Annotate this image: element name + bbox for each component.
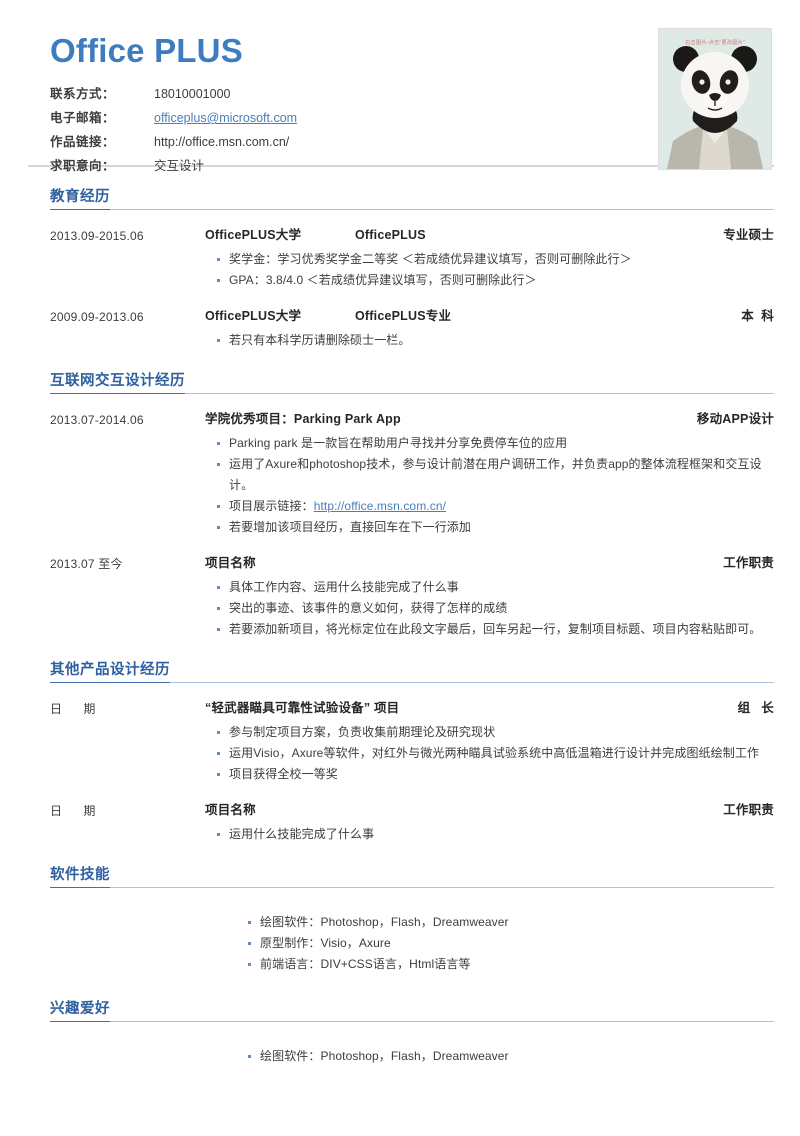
entry-bullet-list: 若只有本科学历请删除硕士一栏。: [205, 330, 774, 351]
list-item: 突出的事迹、该事件的意义如何，获得了怎样的成绩: [217, 598, 774, 619]
internet-design-entry-1: 2013.07-2014.06 学院优秀项目：Parking Park App …: [50, 410, 774, 538]
contact-label-phone: 联系方式：: [50, 87, 116, 101]
entry-date: 日 期: [50, 702, 96, 716]
entry-main: OfficePLUS大学 OfficePLUS 专业硕士 奖学金：学习优秀奖学金…: [205, 226, 774, 291]
contact-value-email[interactable]: officeplus@microsoft.com: [136, 109, 297, 133]
entry-main: 项目名称 工作职责 具体工作内容、运用什么技能完成了什么事 突出的事迹、该事件的…: [205, 554, 774, 640]
list-item: 参与制定项目方案，负责收集前期理论及研究现状: [217, 722, 774, 743]
contact-value-objective: 交互设计: [154, 159, 205, 173]
hobbies-list: 绘图软件：Photoshop，Flash，Dreamweaver: [50, 1046, 774, 1067]
entry-role: 工作职责: [723, 556, 774, 570]
list-item: GPA：3.8/4.0 ＜若成绩优异建议填写，否则可删除此行＞: [217, 270, 774, 291]
entry-title-row: 项目名称 工作职责: [205, 801, 774, 820]
entry-bullet-list: 具体工作内容、运用什么技能完成了什么事 突出的事迹、该事件的意义如何，获得了怎样…: [205, 577, 774, 640]
contact-label-objective: 求职意向：: [50, 159, 116, 173]
entry-title-row: “轻武器瞄具可靠性试验设备” 项目 组 长: [205, 699, 774, 718]
entry-degree: 本 科: [741, 309, 774, 323]
entry-project-title: 学院优秀项目：Parking Park App: [205, 412, 401, 426]
list-item: 奖学金：学习优秀奖学金二等奖 ＜若成绩优异建议填写，否则可删除此行＞: [217, 249, 774, 270]
section-internet-design-heading: 互联网交互设计经历: [50, 369, 774, 394]
entry-role: 工作职责: [723, 803, 774, 817]
entry-main: 项目名称 工作职责 运用什么技能完成了什么事: [205, 801, 774, 845]
entry-title-row: OfficePLUS大学 OfficePLUS 专业硕士: [205, 226, 774, 245]
other-design-entry-1: 日 期 “轻武器瞄具可靠性试验设备” 项目 组 长 参与制定项目方案，负责收集前…: [50, 699, 774, 785]
list-item: 项目获得全校一等奖: [217, 764, 774, 785]
list-item: 具体工作内容、运用什么技能完成了什么事: [217, 577, 774, 598]
list-item: 绘图软件：Photoshop，Flash，Dreamweaver: [248, 1046, 774, 1067]
section-heading-label: 兴趣爱好: [50, 997, 110, 1022]
entry-main: OfficePLUS大学 OfficePLUS专业 本 科 若只有本科学历请删除…: [205, 307, 774, 351]
list-item-with-link: 项目展示链接：http://office.msn.com.cn/: [217, 496, 774, 517]
entry-bullet-list: 参与制定项目方案，负责收集前期理论及研究现状 运用Visio，Axure等软件，…: [205, 722, 774, 785]
section-software-skills-heading: 软件技能: [50, 863, 774, 888]
entry-project-title: 项目名称: [205, 803, 256, 817]
entry-date: 日 期: [50, 804, 96, 818]
resume-body: 教育经历 2013.09-2015.06 OfficePLUS大学 Office…: [0, 185, 800, 1067]
list-item: Parking park 是一款旨在帮助用户寻找并分享免费停车位的应用: [217, 433, 774, 454]
entry-degree: 专业硕士: [723, 228, 774, 242]
list-item: 原型制作：Visio，Axure: [248, 933, 774, 954]
panda-portrait-icon: [659, 29, 771, 169]
section-rule: [50, 209, 774, 210]
entry-project-title: 项目名称: [205, 556, 256, 570]
section-heading-label: 其他产品设计经历: [50, 658, 170, 683]
entry-bullet-list: Parking park 是一款旨在帮助用户寻找并分享免费停车位的应用 运用了A…: [205, 433, 774, 538]
software-skills-list: 绘图软件：Photoshop，Flash，Dreamweaver 原型制作：Vi…: [50, 912, 774, 975]
contact-row-objective: 求职意向： 交互设计: [50, 157, 297, 181]
entry-organization: OfficePLUS大学: [205, 309, 302, 323]
contact-value-phone: 18010001000: [154, 87, 231, 101]
list-item: 运用Visio，Axure等软件，对红外与微光两种瞄具试验系统中高低温箱进行设计…: [217, 743, 774, 764]
section-heading-label: 软件技能: [50, 863, 110, 888]
list-item: 绘图软件：Photoshop，Flash，Dreamweaver: [248, 912, 774, 933]
contact-info-table: 联系方式： 18010001000 电子邮箱： officeplus@micro…: [50, 85, 297, 181]
entry-project-title: “轻武器瞄具可靠性试验设备” 项目: [205, 701, 400, 715]
resume-header: Office PLUS 联系方式： 18010001000 电子邮箱： offi…: [0, 0, 800, 173]
section-rule: [50, 887, 774, 888]
list-item: 若要增加该项目经历，直接回车在下一行添加: [217, 517, 774, 538]
entry-date: 2013.09-2015.06: [50, 229, 144, 243]
contact-label-email: 电子邮箱：: [50, 111, 116, 125]
entry-title-row: 学院优秀项目：Parking Park App 移动APP设计: [205, 410, 774, 429]
entry-main: 学院优秀项目：Parking Park App 移动APP设计 Parking …: [205, 410, 774, 538]
link-prefix-text: 项目展示链接：: [229, 499, 314, 513]
entry-title-row: OfficePLUS大学 OfficePLUS专业 本 科: [205, 307, 774, 326]
list-item: 若只有本科学历请删除硕士一栏。: [217, 330, 774, 351]
resume-page: Office PLUS 联系方式： 18010001000 电子邮箱： offi…: [0, 0, 800, 1136]
contact-value-portfolio[interactable]: http://office.msn.com.cn/: [136, 133, 297, 157]
entry-major: OfficePLUS专业: [355, 309, 452, 323]
list-item: 若要添加新项目，将光标定位在此段文字最后，回车另起一行，复制项目标题、项目内容粘…: [217, 619, 774, 640]
other-design-entry-2: 日 期 项目名称 工作职责 运用什么技能完成了什么事: [50, 801, 774, 845]
entry-bullet-list: 奖学金：学习优秀奖学金二等奖 ＜若成绩优异建议填写，否则可删除此行＞ GPA：3…: [205, 249, 774, 291]
entry-date: 2013.07 至今: [50, 557, 123, 571]
section-other-design-heading: 其他产品设计经历: [50, 658, 774, 683]
contact-row-phone: 联系方式： 18010001000: [50, 85, 297, 109]
list-item: 运用什么技能完成了什么事: [217, 824, 774, 845]
contact-row-email: 电子邮箱： officeplus@microsoft.com: [50, 109, 297, 133]
entry-role: 组 长: [737, 701, 774, 715]
education-entry-2: 2009.09-2013.06 OfficePLUS大学 OfficePLUS专…: [50, 307, 774, 351]
project-demo-link[interactable]: http://office.msn.com.cn/: [314, 499, 446, 513]
contact-label-portfolio: 作品链接：: [50, 135, 116, 149]
entry-major: OfficePLUS: [355, 228, 426, 242]
contact-row-portfolio: 作品链接： http://office.msn.com.cn/: [50, 133, 297, 157]
entry-title-row: 项目名称 工作职责: [205, 554, 774, 573]
list-item: 运用了Axure和photoshop技术，参与设计前潜在用户调研工作，并负责ap…: [217, 454, 774, 496]
entry-main: “轻武器瞄具可靠性试验设备” 项目 组 长 参与制定项目方案，负责收集前期理论及…: [205, 699, 774, 785]
entry-date: 2009.09-2013.06: [50, 310, 144, 324]
section-heading-label: 教育经历: [50, 185, 110, 210]
internet-design-entry-2: 2013.07 至今 项目名称 工作职责 具体工作内容、运用什么技能完成了什么事…: [50, 554, 774, 640]
entry-role: 移动APP设计: [696, 412, 774, 426]
profile-photo[interactable]: 右击图片-点击“更改图片”: [658, 28, 772, 170]
section-heading-label: 互联网交互设计经历: [50, 369, 185, 394]
section-education-heading: 教育经历: [50, 185, 774, 210]
list-item: 前端语言：DIV+CSS语言，Html语言等: [248, 954, 774, 975]
entry-bullet-list: 运用什么技能完成了什么事: [205, 824, 774, 845]
entry-date: 2013.07-2014.06: [50, 413, 144, 427]
section-hobbies-heading: 兴趣爱好: [50, 997, 774, 1022]
entry-organization: OfficePLUS大学: [205, 228, 302, 242]
education-entry-1: 2013.09-2015.06 OfficePLUS大学 OfficePLUS …: [50, 226, 774, 291]
section-rule: [50, 1021, 774, 1022]
photo-hint-text: 右击图片-点击“更改图片”: [685, 40, 745, 46]
